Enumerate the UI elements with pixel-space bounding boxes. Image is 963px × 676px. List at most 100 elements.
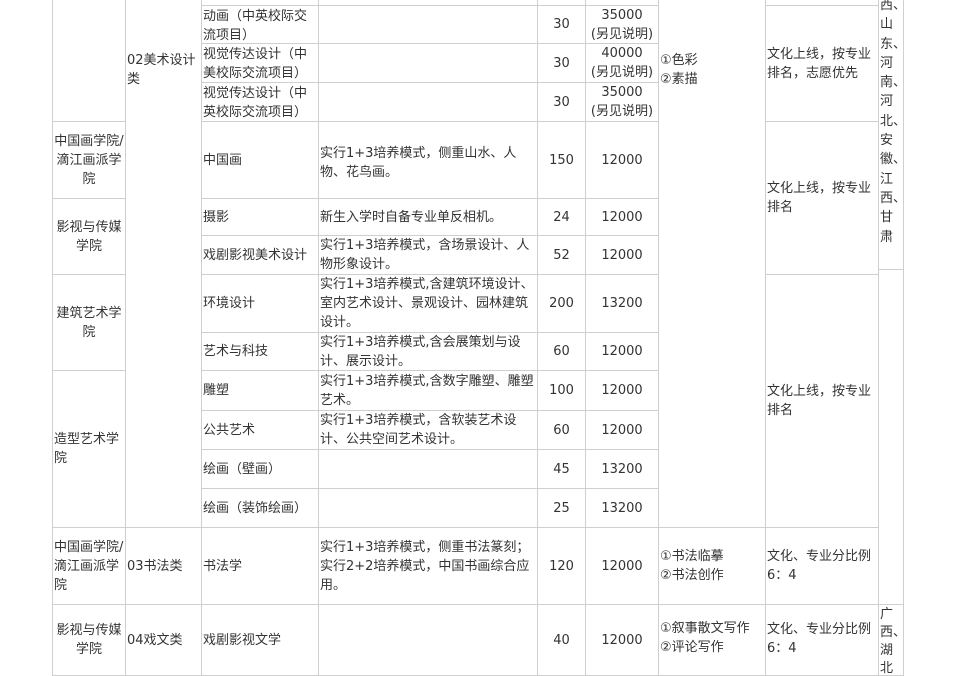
subject-item: ①叙事散文写作 xyxy=(660,621,750,636)
rule-text: 文化、专业分比例6：4 xyxy=(767,549,872,583)
fee-value: 12000 xyxy=(601,383,643,398)
desc-cell xyxy=(318,488,538,528)
major-cell: 戏剧影视文学 xyxy=(201,604,319,676)
fee-note: (另见说明) xyxy=(590,65,654,80)
subject-item: ②素描 xyxy=(660,72,698,87)
major-label: 环境设计 xyxy=(203,296,256,311)
major-label: 摄影 xyxy=(203,209,230,225)
rule-cell-2: 文化上线，按专业排名 xyxy=(765,121,879,275)
quota-cell: 30 xyxy=(537,82,586,122)
desc-text: 实行1+3培养模式,含数字雕塑、雕塑艺术。 xyxy=(320,373,534,408)
region-text: 河 xyxy=(880,55,894,71)
fee-note: (另见说明) xyxy=(590,104,654,119)
major-label: 雕塑 xyxy=(203,383,230,398)
subjects-cell-meishu: ①色彩 ②素描 xyxy=(658,0,766,528)
fee-cell: 40000 (另见说明) xyxy=(585,43,659,83)
fee-value: 12000 xyxy=(601,558,643,574)
fee-value: 35000 xyxy=(601,7,643,23)
fee-value: 35000 xyxy=(601,85,643,100)
category-label: 04戏文类 xyxy=(127,632,183,648)
region-text: 甘 xyxy=(880,210,894,226)
major-cell: 绘画（装饰绘画） xyxy=(201,488,319,528)
fee-cell: 35000 (另见说明) xyxy=(585,82,659,122)
fee-value: 12000 xyxy=(601,152,643,168)
quota-cell: 200 xyxy=(537,274,586,333)
category-cell-shufa: 03书法类 xyxy=(125,527,202,605)
major-cell: 中国画 xyxy=(201,121,319,199)
quota-cell: 45 xyxy=(537,449,586,489)
fee-value: 40000 xyxy=(601,46,643,61)
quota-value: 45 xyxy=(553,461,570,477)
subject-item: ①色彩 xyxy=(660,53,698,68)
desc-cell: 实行1+3培养模式，含软装艺术设计、公共空间艺术设计。 xyxy=(318,410,538,450)
major-cell: 摄影 xyxy=(201,198,319,236)
quota-value: 40 xyxy=(553,632,570,648)
major-cell: 书法学 xyxy=(201,527,319,605)
region-text: 湖 xyxy=(880,643,894,658)
major-label: 视觉传达设计（中英校际交流项目） xyxy=(203,86,308,120)
quota-cell: 40 xyxy=(537,604,586,676)
desc-text: 实行1+3培养模式，侧重书法篆刻；实行2+2培养模式，中国书画综合应用。 xyxy=(320,539,530,593)
quota-cell: 60 xyxy=(537,332,586,371)
college-label: 中国画学院/滴江画派学院 xyxy=(54,539,124,593)
major-cell: 雕塑 xyxy=(201,370,319,411)
major-label: 书法学 xyxy=(203,558,243,574)
rule-cell-5: 文化、专业分比例6：4 xyxy=(765,604,879,676)
quota-value: 150 xyxy=(549,152,574,168)
region-text: 安 xyxy=(880,133,894,149)
quota-value: 120 xyxy=(549,558,574,574)
region-text: 西、 xyxy=(880,0,904,13)
desc-text: 实行1+3培养模式,含会展策划与设计、展示设计。 xyxy=(320,334,521,369)
fee-cell: 12000 xyxy=(585,198,659,236)
desc-text: 实行1+3培养模式,含建筑环境设计、室内艺术设计、景观设计、园林建筑设计。 xyxy=(320,277,534,330)
major-cell: 公共艺术 xyxy=(201,410,319,450)
desc-cell xyxy=(318,5,538,44)
fee-cell: 12000 xyxy=(585,332,659,371)
quota-cell: 150 xyxy=(537,121,586,199)
college-cell-jianzhu: 建筑艺术学院 xyxy=(52,274,126,371)
fee-value: 12000 xyxy=(601,422,643,438)
rule-text: 文化上线，按专业排名 xyxy=(767,384,872,418)
fee-cell: 12000 xyxy=(585,235,659,275)
region-text: 河 xyxy=(880,94,894,110)
rule-cell-4: 文化、专业分比例6：4 xyxy=(765,527,879,605)
fee-value: 13200 xyxy=(601,500,643,516)
fee-cell: 12000 xyxy=(585,527,659,605)
region-text: 北、 xyxy=(880,113,904,129)
college-cell-guohua-2: 中国画学院/滴江画派学院 xyxy=(52,527,126,605)
region-cell-bottom: 广 西、 湖 北 xyxy=(878,604,904,676)
college-label: 造型艺术学院 xyxy=(54,432,120,466)
major-cell: 视觉传达设计（中英校际交流项目） xyxy=(201,82,319,122)
fee-cell: 12000 xyxy=(585,604,659,676)
college-label: 中国画学院/滴江画派学院 xyxy=(54,133,124,187)
region-cell-top: 西、 山 东、 河 南、 河 北、 安 徽、 江 西、 甘 肃 xyxy=(878,0,904,270)
quota-cell: 120 xyxy=(537,527,586,605)
major-cell: 戏剧影视美术设计 xyxy=(201,235,319,275)
college-cell-guohua: 中国画学院/滴江画派学院 xyxy=(52,121,126,199)
desc-text: 新生入学时自备专业单反相机。 xyxy=(320,209,503,225)
fee-cell: 13200 xyxy=(585,274,659,333)
region-text: 江 xyxy=(880,171,894,187)
region-text: 山 xyxy=(880,17,894,33)
quota-value: 52 xyxy=(553,247,570,263)
quota-value: 100 xyxy=(549,383,574,398)
rule-text: 文化上线，按专业排名 xyxy=(767,181,872,215)
fee-note: (另见说明) xyxy=(590,26,654,42)
quota-value: 200 xyxy=(549,296,574,311)
major-cell: 环境设计 xyxy=(201,274,319,333)
quota-value: 24 xyxy=(553,209,570,225)
major-label: 动画（中英校际交流项目） xyxy=(203,9,308,43)
college-cell-zaoxing: 造型艺术学院 xyxy=(52,370,126,528)
major-cell: 视觉传达设计（中美校际交流项目） xyxy=(201,43,319,83)
desc-cell xyxy=(318,82,538,122)
college-label: 建筑艺术学院 xyxy=(56,305,122,340)
fee-cell: 12000 xyxy=(585,370,659,411)
desc-cell: 实行1+3培养模式，含场景设计、人物形象设计。 xyxy=(318,235,538,275)
rule-cell-3: 文化上线，按专业排名 xyxy=(765,274,879,528)
fee-cell: 13200 xyxy=(585,449,659,489)
college-cell-top-empty xyxy=(52,0,126,122)
quota-cell: 24 xyxy=(537,198,586,236)
subject-item: ①书法临摹 xyxy=(660,549,724,564)
fee-cell: 12000 xyxy=(585,410,659,450)
region-text: 南、 xyxy=(880,75,904,91)
